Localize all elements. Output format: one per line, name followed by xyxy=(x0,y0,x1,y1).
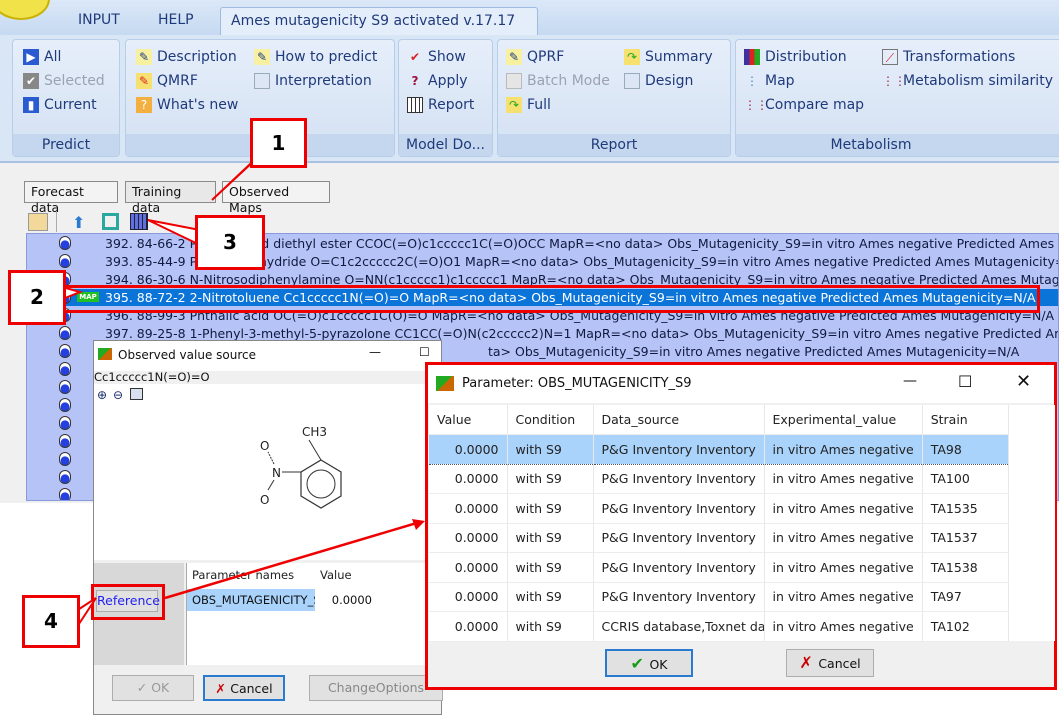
annotation-lines xyxy=(54,149,425,631)
callout-4: 4 xyxy=(22,595,80,648)
callout-2: 2 xyxy=(8,270,66,325)
callout-3: 3 xyxy=(195,215,265,270)
callout-3-pointer xyxy=(147,219,201,246)
reference-arrow xyxy=(164,520,421,600)
callout-1: 1 xyxy=(250,118,307,168)
